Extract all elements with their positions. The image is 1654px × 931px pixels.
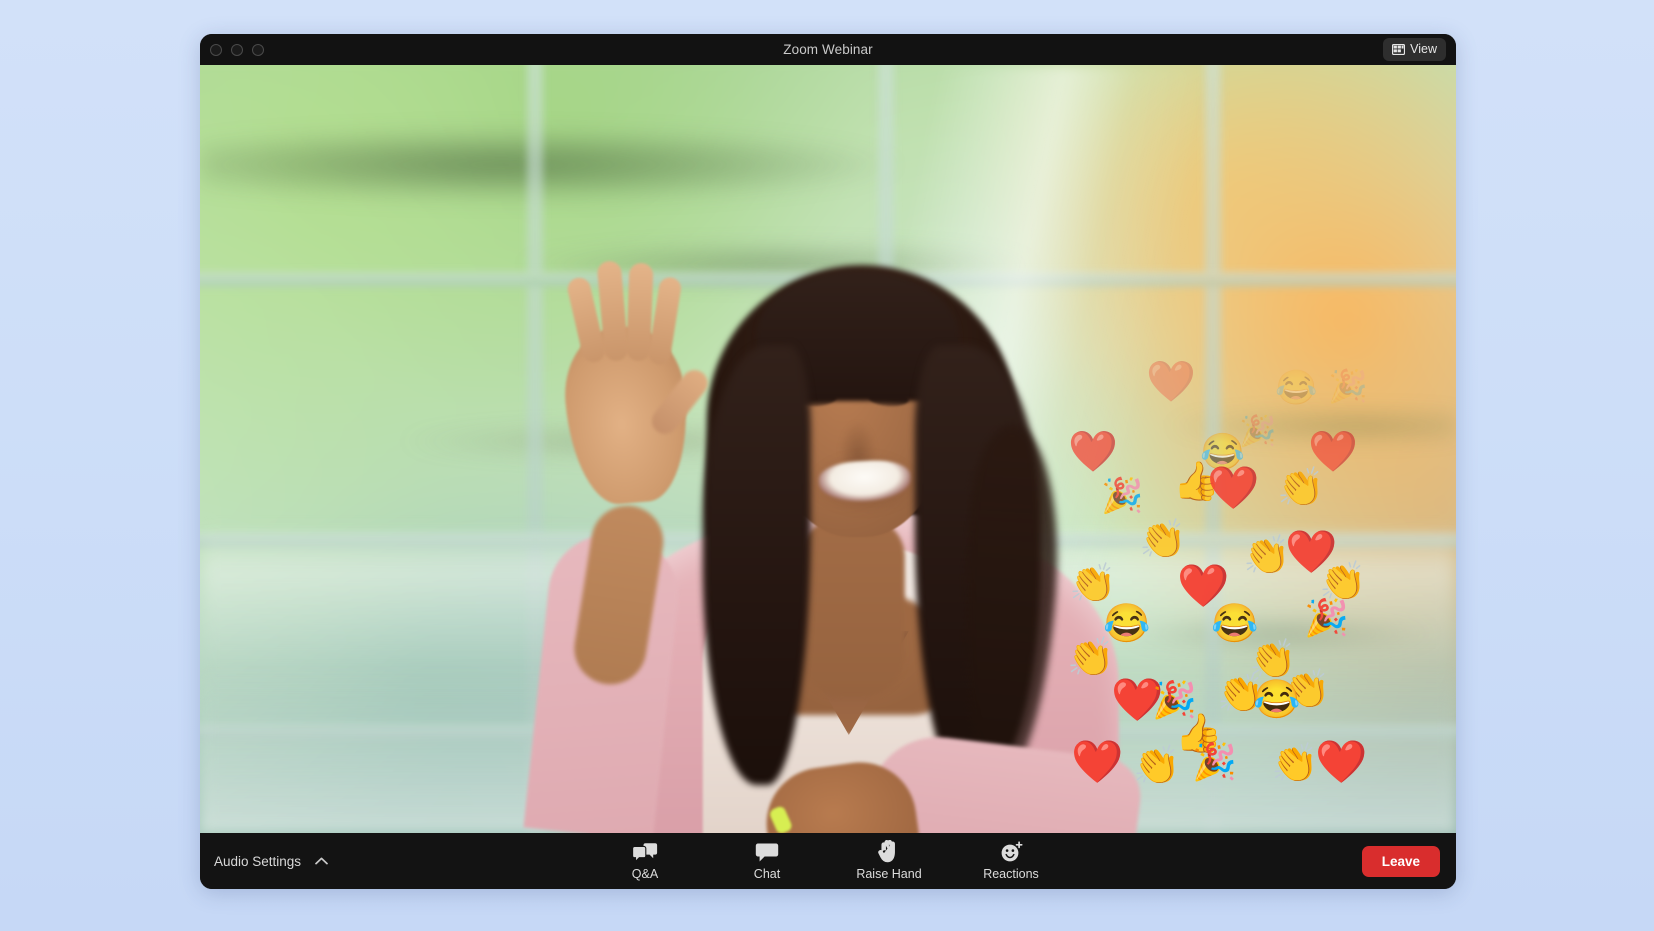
toolbar-center-actions: Q&A Chat Raise Hand Reactions	[200, 840, 1456, 881]
zoom-webinar-window: Zoom Webinar View ❤️ 😂 🎉 ❤️ 😂 ❤️ 🎉 👍 ❤️ …	[200, 34, 1456, 889]
close-button[interactable]	[210, 43, 222, 56]
qa-button-label: Q&A	[631, 867, 659, 881]
minimize-button[interactable]	[231, 43, 243, 56]
maximize-button[interactable]	[252, 43, 264, 56]
reactions-button-label: Reactions	[983, 867, 1039, 881]
chat-bubble-icon	[755, 841, 779, 863]
meeting-toolbar: Audio Settings Q&A Chat Raise Hand React…	[200, 833, 1456, 889]
qa-bubbles-icon	[632, 841, 658, 863]
traffic-light-controls	[210, 43, 264, 56]
raise-hand-icon	[878, 840, 900, 863]
video-stage[interactable]: ❤️😂🎉🎉❤️😂❤️🎉👍❤️👏👏👏❤️👏❤️👏😂😂🎉👏👏👏❤️🎉👏😂👍❤️👏🎉👏…	[200, 65, 1456, 833]
chat-button[interactable]: Chat	[725, 841, 809, 881]
raise-hand-button-label: Raise Hand	[856, 867, 922, 881]
qa-button[interactable]: Q&A	[603, 841, 687, 881]
presenter-neck	[800, 517, 905, 697]
window-title-bar: Zoom Webinar View	[200, 34, 1456, 65]
chat-button-label: Chat	[753, 867, 781, 881]
reactions-button[interactable]: Reactions	[969, 841, 1053, 881]
leave-button[interactable]: Leave	[1361, 845, 1440, 877]
presenter-video-subject	[471, 65, 1231, 833]
window-title: Zoom Webinar	[783, 42, 873, 57]
raise-hand-button[interactable]: Raise Hand	[847, 840, 931, 881]
reactions-smiley-icon	[1000, 841, 1023, 863]
grid-view-icon	[1392, 44, 1406, 55]
presenter-hair-left	[702, 345, 811, 785]
audio-settings-label: Audio Settings	[214, 853, 302, 869]
audio-settings-button[interactable]: Audio Settings	[214, 854, 328, 869]
view-button-label: View	[1410, 42, 1437, 57]
chevron-up-icon[interactable]	[315, 857, 328, 865]
view-button[interactable]: View	[1383, 38, 1446, 61]
